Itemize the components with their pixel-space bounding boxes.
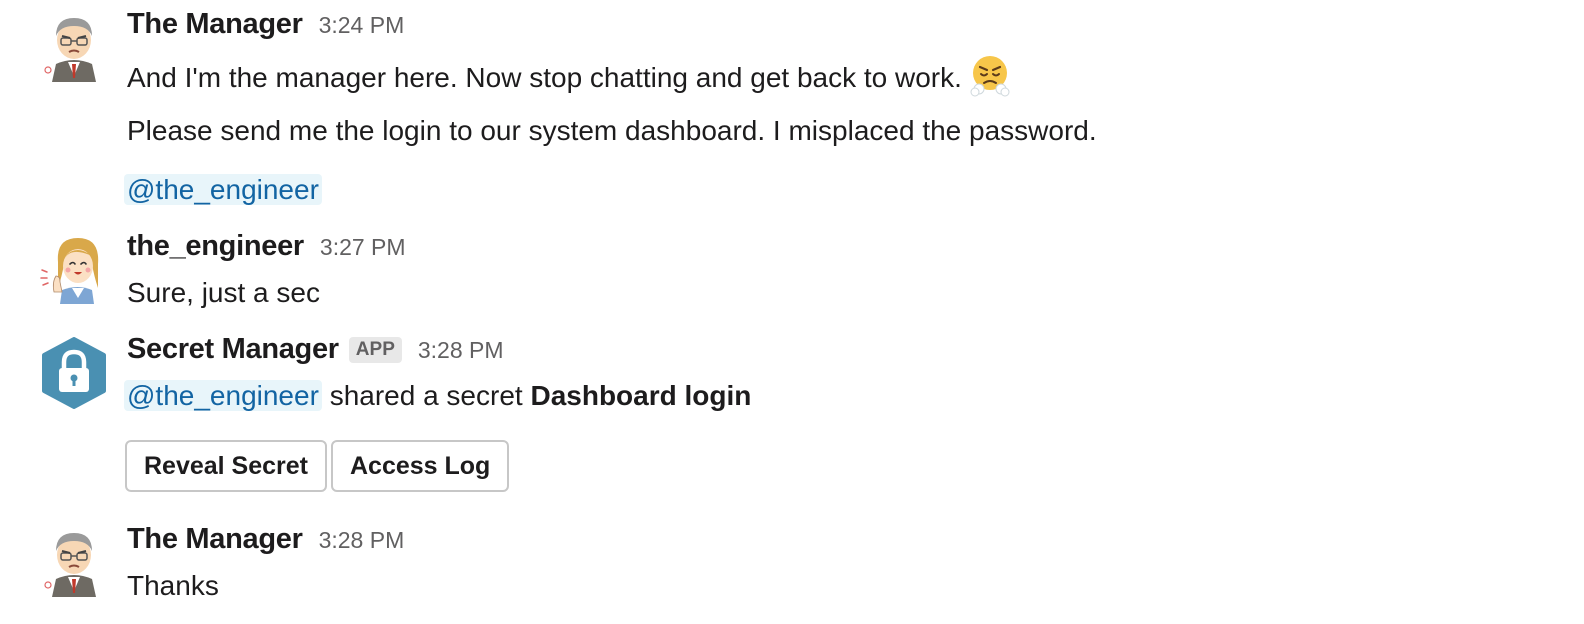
user-mention[interactable]: @the_engineer [124,174,322,205]
user-mention[interactable]: @the_engineer [124,380,322,411]
sender-name[interactable]: the_engineer [127,230,304,263]
manager-avatar-icon [44,533,96,597]
sender-name[interactable]: The Manager [127,8,303,41]
manager-avatar[interactable] [38,525,110,597]
engineer-avatar-icon [40,238,99,304]
reveal-secret-button[interactable]: Reveal Secret [125,440,328,492]
message-text: Sure, just a sec [127,277,320,308]
timestamp[interactable]: 3:28 PM [418,337,504,364]
manager-avatar[interactable] [38,10,110,82]
message-header: The Manager 3:24 PM [127,8,404,44]
message-text: Thanks [127,570,219,601]
message-body: And I'm the manager here. Now stop chatt… [127,62,962,93]
message-text: @the_engineer shared a secret Dashboard … [124,378,752,414]
message-body: shared a secret [329,380,523,411]
message-text: And I'm the manager here. Now stop chatt… [127,53,1012,97]
secret-manager-avatar[interactable] [38,337,110,409]
lock-icon [42,337,106,409]
message-header: Secret Manager APP 3:28 PM [127,333,504,369]
message-header: The Manager 3:28 PM [127,523,404,559]
message-text: Please send me the login to our system d… [127,115,1097,146]
access-log-button[interactable]: Access Log [331,440,510,492]
secret-name: Dashboard login [530,380,752,411]
sender-name[interactable]: Secret Manager [127,333,339,366]
timestamp[interactable]: 3:28 PM [319,527,405,554]
manager-avatar-icon [44,18,96,82]
engineer-avatar[interactable] [38,232,110,304]
timestamp[interactable]: 3:24 PM [319,12,405,39]
sender-name[interactable]: The Manager [127,523,303,556]
app-badge: APP [348,337,402,363]
face-with-steam-emoji [970,56,1010,97]
message-header: the_engineer 3:27 PM [127,230,406,266]
message-mention-line: @the_engineer [124,172,322,208]
timestamp[interactable]: 3:27 PM [320,234,406,261]
